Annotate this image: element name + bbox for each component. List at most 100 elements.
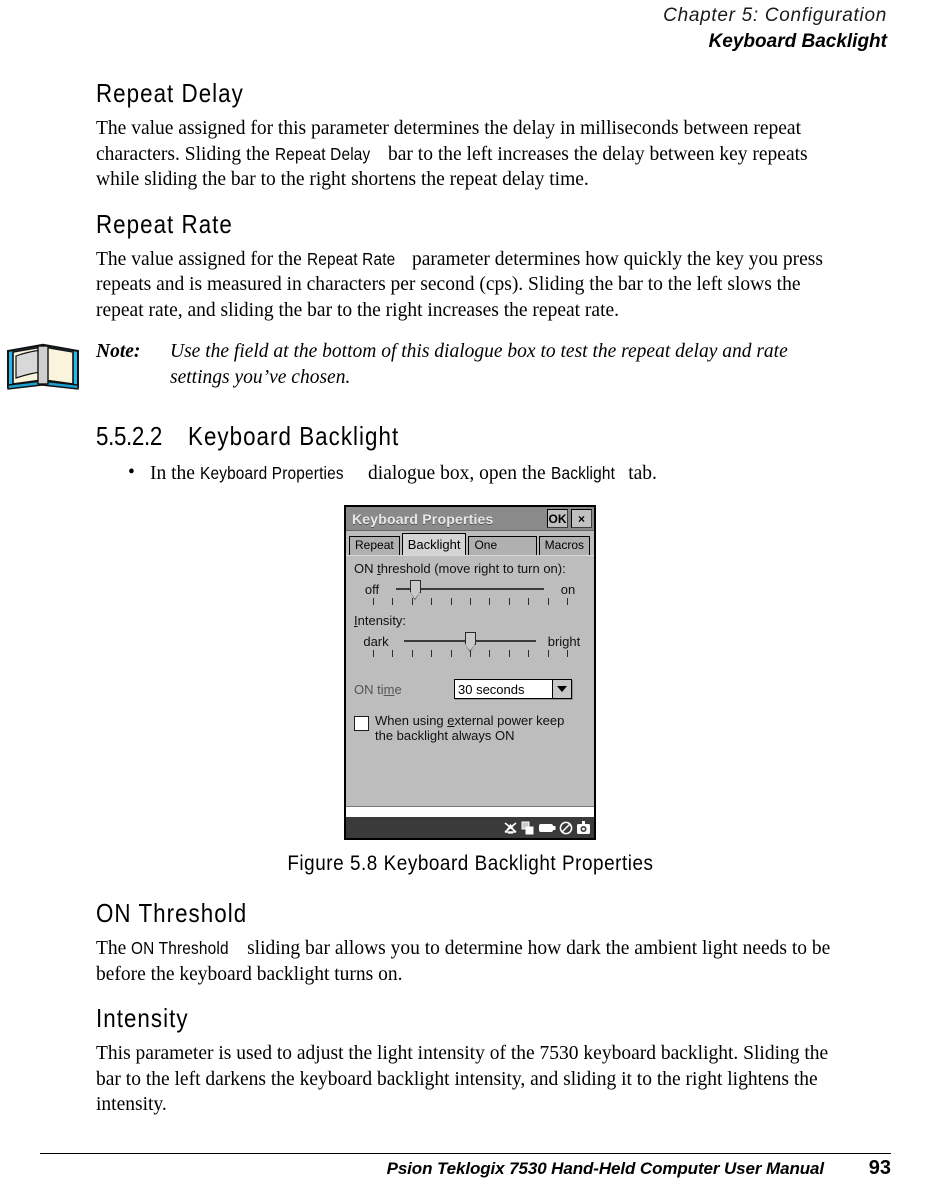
slider-tick: [392, 598, 394, 605]
text-run: ON: [354, 561, 378, 576]
page-content: Repeat Delay The value assigned for this…: [7, 78, 844, 1134]
slider-tick: [372, 650, 374, 657]
tab-backlight[interactable]: Backlight: [401, 533, 467, 555]
page-number: 93: [868, 1157, 891, 1179]
dialog-titlebar: Keyboard Properties OK ×: [346, 507, 594, 531]
chevron-down-icon[interactable]: [552, 680, 571, 698]
slider-tick: [411, 650, 413, 657]
intensity-ticks: [354, 650, 586, 659]
checkbox-label-line-1: When using external power keep: [375, 713, 564, 728]
slider-tick: [547, 650, 549, 657]
text-run: hreshold (move right to turn on):: [380, 561, 566, 576]
section-number: 5.5.2.2: [96, 421, 162, 451]
paragraph-repeat-rate: The value assigned for the Repeat Rate p…: [96, 247, 844, 324]
windows-tasks-icon[interactable]: [521, 821, 535, 835]
accel-key: m: [383, 681, 395, 697]
slider-tick: [567, 598, 569, 605]
page-header: Chapter 5: Configuration Keyboard Backli…: [663, 4, 887, 54]
tab-one-shots[interactable]: One Shots: [468, 536, 537, 567]
intensity-slider[interactable]: [404, 630, 536, 652]
note-label: Note:: [96, 341, 141, 362]
slider-tick: [489, 650, 491, 657]
on-threshold-ticks: [354, 598, 586, 607]
text-run: The: [96, 938, 132, 959]
panel-bottom-strip: [346, 806, 594, 817]
intensity-min-label: dark: [363, 633, 389, 649]
section-heading-keyboard-backlight: 5.5.2.2 Keyboard Backlight: [96, 421, 844, 452]
slider-tick: [489, 598, 491, 605]
ui-term-keyboard-properties: Keyboard Properties: [199, 463, 344, 483]
no-antenna-icon[interactable]: [503, 821, 518, 835]
battery-icon[interactable]: [538, 822, 556, 834]
heading-repeat-rate: Repeat Rate: [96, 208, 233, 239]
slider-tick: [470, 650, 471, 657]
note-text: Use the field at the bottom of this dial…: [170, 341, 788, 388]
text-run: xternal power keep: [454, 713, 565, 728]
on-threshold-label: ON threshold (move right to turn on):: [354, 561, 586, 576]
on-time-selected-value: 30 seconds: [458, 681, 525, 697]
text-run: e: [394, 681, 402, 697]
text-run: dialogue box, open the: [363, 463, 551, 484]
ok-button[interactable]: OK: [547, 509, 568, 528]
intensity-label: Intensity:: [354, 613, 586, 628]
page-footer: Psion Teklogix 7530 Hand-Held Computer U…: [0, 1153, 929, 1187]
intensity-slider-thumb[interactable]: [465, 632, 476, 652]
slider-tick: [392, 650, 394, 657]
slider-tick: [450, 650, 452, 657]
slider-tick: [431, 598, 433, 605]
open-book-icon: [4, 339, 82, 391]
paragraph-intensity: This parameter is used to adjust the lig…: [96, 1043, 829, 1115]
slider-tick: [528, 598, 530, 605]
close-button[interactable]: ×: [571, 509, 592, 528]
paragraph-on-threshold: The ON Threshold sliding bar allows you …: [96, 936, 844, 987]
intensity-max-label: bright: [547, 633, 581, 649]
text-run: tab.: [623, 463, 657, 484]
footer-manual-title: Psion Teklogix 7530 Hand-Held Computer U…: [386, 1159, 825, 1178]
device-screenshot: Keyboard Properties OK × Repeat Backligh…: [344, 505, 596, 840]
checkbox-label-line-2: the backlight always ON: [375, 728, 515, 743]
device-taskbar: [346, 817, 594, 838]
slider-tick: [372, 598, 374, 605]
on-threshold-slider[interactable]: [396, 578, 544, 600]
external-power-checkbox-row[interactable]: When using external power keep the backl…: [354, 713, 586, 743]
on-threshold-min-label: off: [364, 581, 380, 597]
text-run: The value assigned for the: [96, 248, 307, 270]
slider-tick: [450, 598, 452, 605]
footer-divider: [40, 1153, 891, 1154]
no-sound-icon[interactable]: [559, 821, 573, 835]
figure-caption: Figure 5.8 Keyboard Backlight Properties: [286, 852, 654, 875]
on-time-dropdown[interactable]: 30 seconds: [454, 679, 572, 699]
heading-on-threshold: ON Threshold: [96, 898, 248, 928]
slider-tick: [528, 650, 530, 657]
ui-term-repeat-delay: Repeat Delay: [274, 143, 371, 164]
on-time-row: ON time 30 seconds: [354, 679, 586, 699]
text-run: When using: [375, 713, 448, 728]
bullet-marker: •: [128, 462, 135, 483]
on-threshold-max-label: on: [560, 581, 576, 597]
external-power-checkbox[interactable]: [354, 716, 369, 731]
slider-tick: [411, 598, 413, 605]
list-item: • In the Keyboard Properties dialogue box…: [96, 460, 844, 487]
slider-tick: [508, 650, 510, 657]
heading-intensity: Intensity: [96, 1003, 189, 1033]
slider-tick: [470, 598, 471, 605]
figure-keyboard-backlight: Keyboard Properties OK × Repeat Backligh…: [96, 505, 844, 876]
text-run: In the: [150, 463, 200, 484]
settings-icon[interactable]: [576, 820, 591, 835]
on-threshold-slider-row: off on: [354, 578, 586, 600]
intensity-slider-row: dark bright: [354, 630, 586, 652]
tab-macros[interactable]: Macros: [538, 536, 590, 555]
text-run: ON ti: [354, 681, 384, 697]
section-title: Keyboard Backlight: [188, 421, 400, 451]
on-threshold-slider-thumb[interactable]: [410, 580, 422, 600]
backlight-panel: ON threshold (move right to turn on): of…: [346, 555, 594, 817]
paragraph-repeat-delay: The value assigned for this parameter de…: [96, 116, 844, 193]
slider-tick: [508, 598, 510, 605]
slider-tick: [431, 650, 433, 657]
bullet-list: • In the Keyboard Properties dialogue box…: [96, 460, 844, 487]
heading-repeat-delay: Repeat Delay: [96, 78, 244, 108]
note-block: Note: Use the field at the bottom of thi…: [7, 339, 844, 395]
header-chapter: Chapter 5: Configuration: [663, 5, 887, 26]
external-power-checkbox-label: When using external power keep the backl…: [375, 713, 564, 743]
tab-repeat[interactable]: Repeat: [349, 536, 400, 555]
